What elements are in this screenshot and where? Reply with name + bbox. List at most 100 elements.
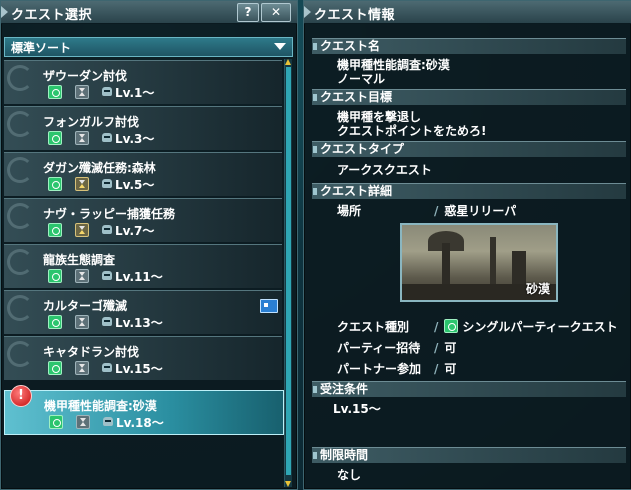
party-icon	[48, 361, 62, 375]
quest-ring-icon	[7, 203, 33, 229]
party-icon	[48, 85, 62, 99]
quest-row[interactable]: ザウーダン討伐 Lv.1〜	[4, 60, 282, 104]
party-icon	[48, 131, 62, 145]
quest-info-titlebar: クエスト情報	[303, 1, 631, 24]
difficulty-icon	[101, 361, 114, 375]
party-icon	[444, 319, 459, 333]
difficulty-icon	[101, 315, 114, 329]
quest-select-panel: クエスト選択 ? ✕ 標準ソート ザウーダン討伐 Lv.1〜 フォンガルフ討伐	[0, 0, 298, 490]
quest-level: Lv.11〜	[115, 270, 163, 284]
time-limit-value: なし	[337, 468, 362, 482]
quest-ring-icon	[7, 157, 33, 183]
order-condition-value: Lv.15〜	[333, 402, 381, 416]
quest-name: カルターゴ殲滅	[43, 299, 128, 313]
section-order-condition: 受注条件	[312, 381, 626, 397]
quest-level: Lv.7〜	[115, 224, 155, 238]
close-button[interactable]: ✕	[261, 3, 291, 22]
party-invite-value: 可	[444, 341, 457, 355]
location-value: 惑星リリーパ	[444, 204, 517, 218]
partner-join-label: パートナー参加	[337, 362, 422, 376]
sort-dropdown[interactable]: 標準ソート	[4, 37, 293, 57]
partner-join-value: 可	[444, 362, 457, 376]
hourglass-icon	[75, 361, 89, 375]
quest-row[interactable]: 龍族生態調査 Lv.11〜	[4, 244, 282, 288]
quest-row[interactable]: ダガン殲滅任務:森林 Lv.5〜	[4, 152, 282, 196]
section-time-limit: 制限時間	[312, 447, 626, 463]
sort-dropdown-label: 標準ソート	[11, 41, 72, 55]
quest-name: ザウーダン討伐	[43, 69, 128, 83]
party-icon	[49, 415, 63, 429]
area-caption: 砂漠	[525, 282, 550, 296]
party-invite-label: パーティー招待	[337, 341, 421, 355]
party-icon	[48, 223, 62, 237]
difficulty-icon	[101, 223, 114, 237]
hourglass-icon	[76, 415, 90, 429]
quest-row[interactable]: フォンガルフ討伐 Lv.3〜	[4, 106, 282, 150]
location-label: 場所	[337, 204, 362, 218]
quest-ring-icon	[7, 111, 33, 137]
quest-row[interactable]: カルターゴ殲滅 Lv.13〜	[4, 290, 282, 334]
separator: /	[434, 341, 439, 355]
quest-goal-line2: クエストポイントをためろ!	[337, 124, 487, 138]
quest-name: 龍族生態調査	[43, 253, 116, 267]
party-icon	[48, 177, 62, 191]
quest-info-title: クエスト情報	[303, 4, 395, 23]
quest-name: ダガン殲滅任務:森林	[43, 161, 156, 175]
quest-list: ザウーダン討伐 Lv.1〜 フォンガルフ討伐 Lv.3〜 ダガン殲滅任務:森林	[4, 60, 284, 490]
quest-level: Lv.1〜	[115, 86, 155, 100]
party-icon	[48, 315, 62, 329]
quest-kind-value: シングルパーティークエスト	[462, 320, 618, 334]
quest-level: Lv.5〜	[115, 178, 155, 192]
difficulty-icon	[101, 177, 114, 191]
scrollbar-thumb[interactable]	[286, 67, 291, 475]
quest-list-scrollbar[interactable]	[284, 59, 292, 487]
difficulty-icon	[102, 415, 115, 429]
scroll-down-arrow-icon[interactable]	[285, 481, 291, 487]
quest-ring-icon	[7, 341, 33, 367]
section-quest-detail: クエスト詳細	[312, 183, 626, 199]
quest-name: フォンガルフ討伐	[43, 115, 140, 129]
quest-name: ナヴ・ラッピー捕獲任務	[43, 207, 176, 221]
partner-join-value-wrap: / 可	[434, 360, 456, 377]
section-quest-goal: クエスト目標	[312, 89, 626, 105]
quest-name: 機甲種性能調査:砂漠	[44, 399, 157, 413]
quest-row[interactable]: ナヴ・ラッピー捕獲任務 Lv.7〜	[4, 198, 282, 242]
section-quest-type: クエストタイプ	[312, 141, 626, 157]
quest-level: Lv.13〜	[115, 316, 163, 330]
boost-icon	[260, 299, 278, 313]
scroll-up-arrow-icon[interactable]	[285, 59, 291, 65]
hourglass-icon	[75, 177, 89, 191]
quest-ring-icon	[7, 249, 33, 275]
hourglass-icon	[75, 131, 89, 145]
difficulty-icon	[101, 269, 114, 283]
quest-row[interactable]: キャタドラン討伐 Lv.15〜	[4, 336, 282, 380]
location-value-wrap: / 惑星リリーパ	[434, 202, 516, 219]
quest-kind-label: クエスト種別	[337, 320, 410, 334]
area-thumbnail: 砂漠	[400, 223, 558, 302]
quest-level: Lv.18〜	[116, 416, 164, 430]
quest-row-selected[interactable]: ! 機甲種性能調査:砂漠 Lv.18〜	[4, 385, 284, 435]
thumbnail-tower	[490, 237, 496, 289]
thumbnail-tower	[442, 243, 450, 288]
quest-level: Lv.3〜	[115, 132, 155, 146]
help-button[interactable]: ?	[237, 3, 259, 22]
hourglass-icon	[75, 85, 89, 99]
separator: /	[434, 204, 439, 218]
quest-info-panel: クエスト情報 クエスト名 機甲種性能調査:砂漠 ノーマル クエスト目標 機甲種を…	[303, 0, 631, 490]
quest-kind-value-wrap: / シングルパーティークエスト	[434, 318, 618, 335]
quest-difficulty-value: ノーマル	[337, 72, 386, 86]
quest-level: Lv.15〜	[115, 362, 163, 376]
quest-select-titlebar: クエスト選択 ? ✕	[0, 1, 297, 24]
hourglass-icon	[75, 269, 89, 283]
section-quest-name: クエスト名	[312, 38, 626, 54]
quest-type-value: アークスクエスト	[337, 163, 432, 177]
quest-ring-icon	[7, 65, 33, 91]
alert-icon: !	[10, 385, 32, 407]
party-icon	[48, 269, 62, 283]
difficulty-icon	[101, 131, 114, 145]
difficulty-icon	[101, 85, 114, 99]
chevron-down-icon	[274, 43, 286, 50]
hourglass-icon	[75, 315, 89, 329]
hourglass-icon	[75, 223, 89, 237]
quest-ring-icon	[7, 295, 33, 321]
